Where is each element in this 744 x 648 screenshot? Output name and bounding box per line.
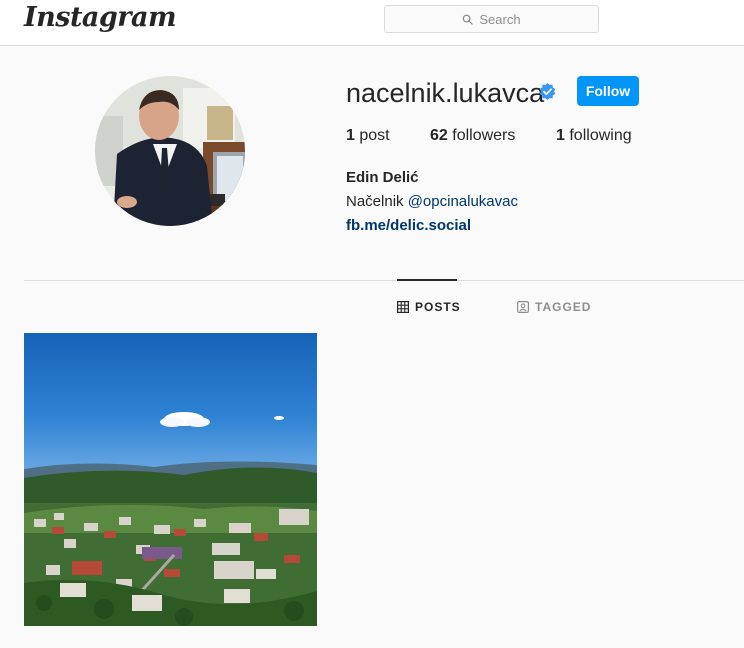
search-icon	[463, 14, 474, 25]
profile-website-link[interactable]: fb.me/delic.social	[346, 217, 471, 234]
post-image-town-landscape	[24, 333, 317, 626]
search-input[interactable]: Search	[384, 5, 599, 33]
following-count: 1	[556, 127, 565, 144]
top-navigation-bar: Instagram Search	[0, 0, 744, 46]
follow-button[interactable]: Follow	[577, 76, 639, 106]
avatar-photo	[95, 76, 245, 226]
profile-full-name: Edin Delić	[346, 169, 419, 186]
profile-username: nacelnik.lukavca	[346, 78, 545, 108]
grid-icon	[397, 301, 409, 313]
search-placeholder: Search	[479, 11, 521, 27]
profile-bio: Načelnik @opcinalukavac	[346, 193, 518, 210]
stat-following[interactable]: 1 following	[556, 127, 632, 145]
stat-posts: 1 post	[346, 127, 390, 145]
tab-posts-label: POSTS	[415, 300, 461, 314]
tab-tagged[interactable]: TAGGED	[517, 300, 591, 314]
tab-posts[interactable]: POSTS	[397, 300, 461, 314]
instagram-logo[interactable]: Instagram	[24, 2, 177, 33]
verified-badge-icon	[539, 82, 556, 101]
tab-tagged-label: TAGGED	[535, 300, 592, 314]
followers-count: 62	[430, 127, 448, 144]
following-label: following	[569, 127, 632, 144]
stat-followers[interactable]: 62 followers	[430, 127, 515, 145]
active-tab-indicator	[397, 279, 457, 281]
followers-label: followers	[452, 127, 516, 144]
profile-avatar[interactable]	[95, 76, 245, 226]
posts-count: 1	[346, 127, 355, 144]
tagged-person-icon	[517, 301, 529, 313]
bio-text: Načelnik	[346, 193, 404, 210]
posts-label: post	[359, 127, 390, 144]
tabs-divider	[24, 280, 744, 281]
post-thumbnail[interactable]	[24, 333, 317, 626]
bio-mention-link[interactable]: @opcinalukavac	[408, 193, 518, 210]
